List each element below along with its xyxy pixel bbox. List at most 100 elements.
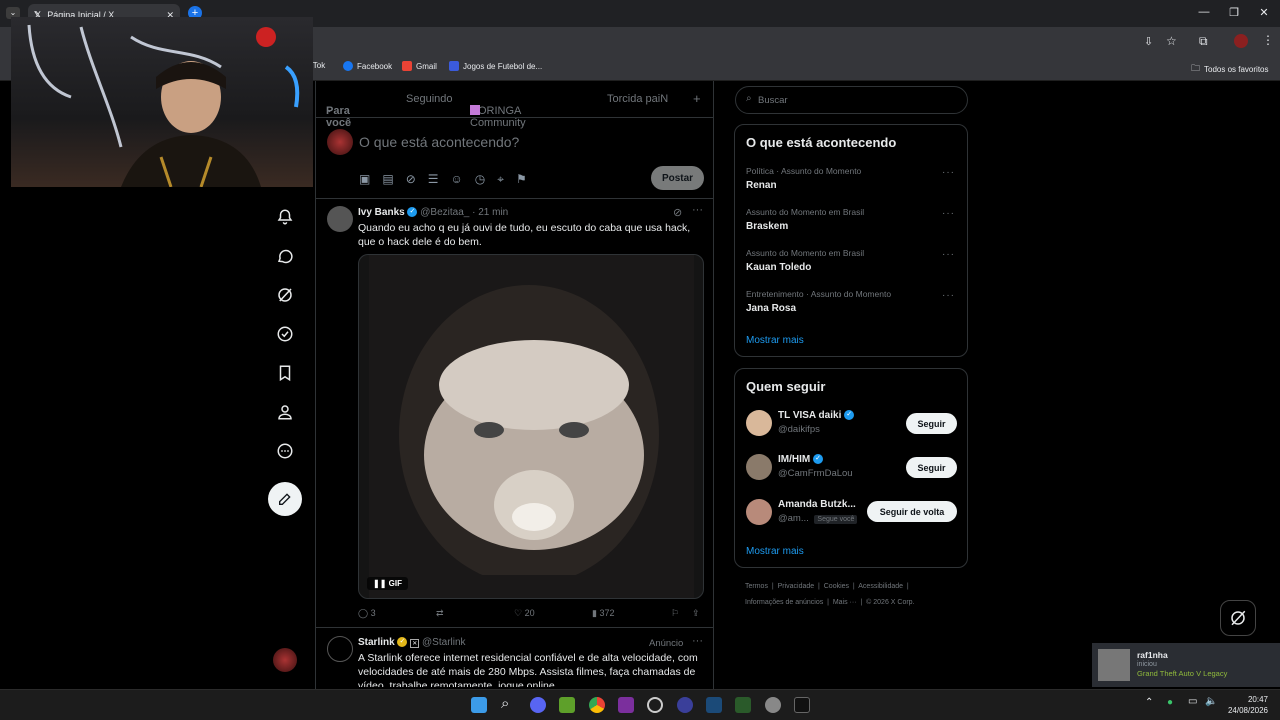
verified-icon[interactable] — [275, 324, 295, 344]
gif-icon[interactable]: ▤ — [382, 172, 393, 187]
follow-button[interactable]: Seguir — [906, 457, 957, 478]
settings-icon[interactable] — [765, 697, 781, 713]
add-tab-icon[interactable]: + — [693, 91, 701, 106]
like-button[interactable]: ♡ 20 — [514, 608, 535, 619]
profile-icon[interactable] — [275, 402, 295, 422]
bookmark-star-icon[interactable]: ☆ — [1166, 34, 1177, 48]
profile-avatar[interactable] — [1234, 34, 1248, 48]
flag-icon[interactable]: ⚑ — [516, 172, 527, 187]
compose-button[interactable] — [268, 482, 302, 516]
ad-handle[interactable]: @Starlink — [422, 637, 466, 648]
search-box[interactable]: ⌕ Buscar — [735, 86, 968, 114]
trend-item[interactable]: Entretenimento · Assunto do Momento Jana … — [746, 289, 891, 314]
trend-more-icon[interactable]: ··· — [942, 249, 955, 260]
tweet-ad[interactable]: Starlink ✓ ✕ @Starlink Anúncio ··· A Sta… — [316, 628, 713, 689]
next-app-icon[interactable] — [618, 697, 634, 713]
steam-icon[interactable] — [706, 697, 722, 713]
footer-accessibility[interactable]: Acessibilidade — [858, 583, 903, 590]
follow-name[interactable]: TL VISA daiki — [778, 410, 841, 421]
post-button-pill[interactable]: Postar — [651, 166, 704, 190]
starlink-avatar[interactable] — [327, 636, 353, 662]
volume-icon[interactable]: 🔈 — [1205, 696, 1217, 707]
all-bookmarks[interactable]: 🗀 Todos os favoritos — [1191, 61, 1269, 77]
follow-avatar[interactable] — [746, 410, 772, 436]
trend-item[interactable]: Assunto do Momento em Brasil Braskem — [746, 207, 864, 232]
install-app-icon[interactable]: ⇩ — [1144, 35, 1153, 48]
close-window-icon[interactable]: ✕ — [1254, 6, 1274, 19]
footer-privacy[interactable]: Privacidade — [778, 583, 815, 590]
follow-name[interactable]: IM/HIM — [778, 454, 810, 465]
who-to-follow-show-more[interactable]: Mostrar mais — [746, 546, 804, 557]
extensions-icon[interactable]: ⧉ — [1199, 34, 1208, 49]
notifications-icon[interactable] — [275, 207, 295, 227]
tweet-avatar[interactable] — [327, 206, 353, 232]
chrome-icon[interactable] — [589, 697, 605, 713]
search-input[interactable]: Buscar — [758, 95, 788, 106]
pause-icon[interactable]: ❚❚ — [373, 579, 386, 588]
bookmark-jogos[interactable]: Jogos de Futebol de... — [449, 61, 542, 71]
more-icon[interactable] — [275, 441, 295, 461]
network-icon[interactable]: ▭ — [1188, 696, 1197, 707]
nvidia-icon[interactable] — [559, 697, 575, 713]
retweet-icon[interactable]: ⇄ — [436, 608, 444, 619]
minimize-icon[interactable]: — — [1194, 6, 1214, 18]
trend-item[interactable]: Política · Assunto do Momento Renan — [746, 166, 861, 191]
follow-name[interactable]: Amanda Butzk... — [778, 499, 856, 510]
grok-compose-icon[interactable]: ⊘ — [406, 172, 416, 187]
bookmark-tweet-icon[interactable]: ⚐ — [671, 608, 679, 619]
tweet-handle[interactable]: @Bezitaa_ — [420, 207, 469, 218]
restore-icon[interactable]: ❐ — [1224, 6, 1244, 19]
app-icon[interactable] — [647, 697, 663, 713]
ad-author-name[interactable]: Starlink — [358, 637, 395, 648]
trend-more-icon[interactable]: ··· — [942, 208, 955, 219]
tray-chevron-icon[interactable]: ⌃ — [1145, 697, 1153, 708]
bookmarks-icon[interactable] — [275, 363, 295, 383]
views-button[interactable]: ▮ 372 — [592, 608, 615, 619]
trend-more-icon[interactable]: ··· — [942, 167, 955, 178]
account-avatar[interactable] — [273, 648, 297, 672]
browser-menu-icon[interactable]: ⋮ — [1262, 33, 1274, 47]
footer-cookies[interactable]: Cookies — [824, 583, 849, 590]
tweet-author-name[interactable]: Ivy Banks — [358, 207, 405, 218]
tweet-gif[interactable]: ❚❚ GIF — [358, 254, 704, 599]
follow-avatar[interactable] — [746, 454, 772, 480]
app-icon-3[interactable] — [794, 697, 810, 713]
tab-seguindo[interactable]: Seguindo — [406, 93, 453, 105]
discord-icon[interactable] — [530, 697, 546, 713]
follow-back-button[interactable]: Seguir de volta — [867, 501, 957, 522]
tweet-time[interactable]: · 21 min — [472, 207, 508, 218]
trend-item[interactable]: Assunto do Momento em Brasil Kauan Toledo — [746, 248, 864, 273]
messages-icon[interactable] — [275, 246, 295, 266]
follow-button[interactable]: Seguir — [906, 413, 957, 434]
follow-avatar[interactable] — [746, 499, 772, 525]
bookmark-facebook[interactable]: Facebook — [343, 61, 392, 71]
schedule-icon[interactable]: ◷ — [475, 172, 485, 187]
composer-input[interactable]: O que está acontecendo? — [359, 134, 519, 150]
game-notification[interactable]: raf1nha iniciou Grand Theft Auto V Legac… — [1092, 643, 1280, 687]
trends-show-more[interactable]: Mostrar mais — [746, 335, 804, 346]
image-icon[interactable]: ▣ — [359, 172, 370, 187]
grok-analyze-icon[interactable]: ⊘ — [673, 206, 682, 219]
emoji-icon[interactable]: ☺ — [451, 172, 463, 187]
bookmark-gmail[interactable]: Gmail — [402, 61, 437, 71]
mic-icon[interactable]: ● — [1167, 697, 1173, 708]
trend-more-icon[interactable]: ··· — [942, 290, 955, 301]
xbox-icon[interactable] — [735, 697, 751, 713]
footer-more[interactable]: Mais ··· — [833, 599, 857, 606]
app-icon-2[interactable] — [677, 697, 693, 713]
tweet-more-icon[interactable]: ··· — [692, 204, 703, 216]
clock[interactable]: 20:47 24/08/2026 — [1222, 694, 1268, 716]
tab-torcida[interactable]: Torcida paiN — [607, 93, 668, 105]
reply-button[interactable]: ◯ 3 — [358, 608, 376, 619]
search-taskbar-icon[interactable]: ⌕ — [501, 695, 509, 712]
tweet[interactable]: Ivy Banks ✓ @Bezitaa_ · 21 min ⊘ ··· Qua… — [316, 199, 713, 628]
footer-terms[interactable]: Termos — [745, 583, 768, 590]
poll-icon[interactable]: ☰ — [428, 172, 439, 187]
grok-floating-button[interactable] — [1220, 600, 1256, 636]
ad-more-icon[interactable]: ··· — [692, 635, 703, 647]
share-icon[interactable]: ⇪ — [692, 608, 700, 619]
location-icon[interactable]: ⌖ — [497, 172, 504, 187]
grok-icon[interactable] — [275, 285, 295, 305]
start-icon[interactable] — [471, 697, 487, 713]
footer-ads-info[interactable]: Informações de anúncios — [745, 599, 823, 606]
